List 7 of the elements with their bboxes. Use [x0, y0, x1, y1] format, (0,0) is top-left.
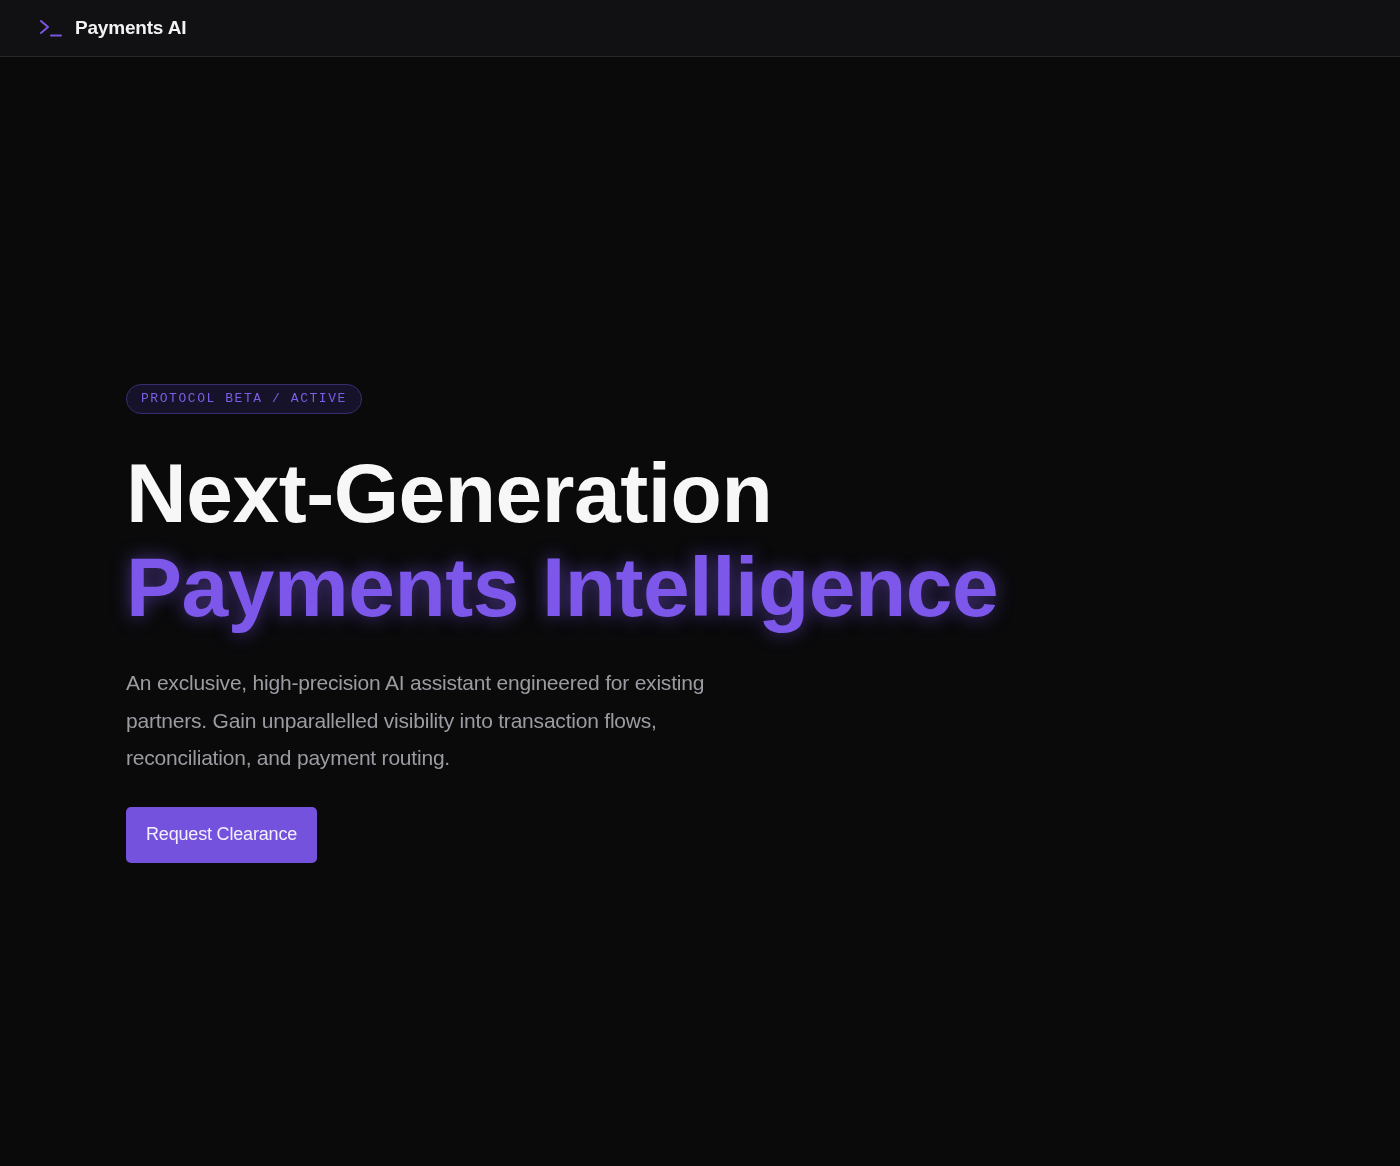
terminal-icon [40, 19, 62, 37]
headline-highlight-text: Payments Intelligence [126, 540, 999, 634]
request-clearance-button[interactable]: Request Clearance [126, 806, 318, 863]
status-badge: PROTOCOL BETA / ACTIVE [126, 384, 362, 414]
brand-name[interactable]: Payments AI [75, 13, 187, 43]
headline-text: Next-Generation [126, 446, 773, 540]
hero-description: An exclusive, high-precision AI assistant engineered for existing partners. Gain unparallelled visibility into transaction flows, reconciliation, and payment routing. [126, 670, 706, 771]
